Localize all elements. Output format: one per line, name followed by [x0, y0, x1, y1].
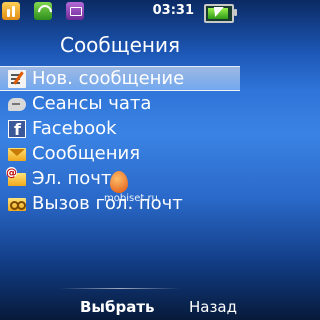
- status-bar: 03:31: [0, 0, 240, 24]
- menu-item-chat-sessions[interactable]: Сеансы чата: [0, 91, 240, 116]
- watermark: mobiset.ru: [104, 171, 180, 221]
- menu-item-label: Нов. сообщение: [32, 68, 185, 89]
- compose-icon: [8, 69, 26, 88]
- menu-item-label: Эл. почта: [32, 168, 123, 189]
- battery-charging-icon: [204, 4, 237, 23]
- page-title: Сообщения: [59, 33, 181, 57]
- back-softkey[interactable]: Назад: [189, 298, 237, 316]
- softkey-bar: Выбрать Назад: [0, 294, 240, 320]
- email-icon: [6, 167, 26, 186]
- divider: [60, 288, 180, 289]
- message-icon: [66, 2, 84, 20]
- watermark-text: mobiset.ru: [104, 193, 158, 204]
- menu-item-label: Сеансы чата: [32, 93, 152, 114]
- gprs-icon: [2, 2, 20, 20]
- wifi-icon: [34, 2, 52, 20]
- chat-bubble-icon: [8, 98, 26, 111]
- menu-item-label: Facebook: [32, 118, 117, 139]
- envelope-icon: [8, 148, 26, 161]
- watermark-logo-icon: [110, 171, 128, 193]
- menu-item-messages[interactable]: Сообщения: [0, 141, 240, 166]
- menu-item-label: Сообщения: [32, 143, 141, 164]
- facebook-icon: [8, 119, 26, 139]
- voicemail-icon: [8, 198, 26, 211]
- menu-item-new-message[interactable]: Нов. сообщение: [0, 66, 240, 91]
- select-softkey[interactable]: Выбрать: [80, 298, 155, 316]
- clock: 03:31: [152, 3, 194, 18]
- menu-item-facebook[interactable]: Facebook: [0, 116, 240, 141]
